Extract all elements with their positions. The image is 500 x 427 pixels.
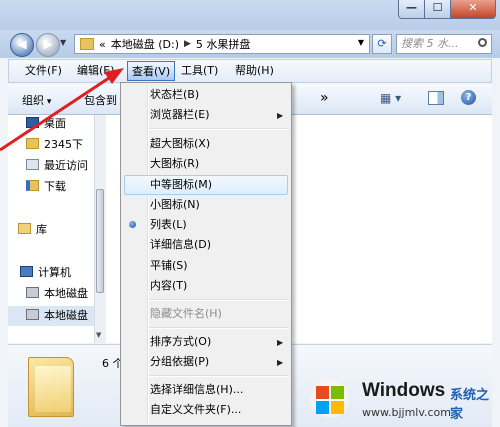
title-bar: — ☐ ✕ (0, 0, 500, 30)
nav-item-downloads[interactable]: 下载 (26, 178, 66, 196)
address-prefix[interactable]: « (99, 38, 106, 51)
preview-pane-icon[interactable] (428, 91, 444, 105)
nav-item-label: 库 (36, 223, 47, 236)
library-icon (18, 223, 31, 234)
menu-item-medium-icons[interactable]: 中等图标(M) (150, 175, 212, 195)
forward-button[interactable]: ▶ (36, 33, 60, 57)
minimize-button[interactable]: — (398, 0, 425, 19)
address-dropdown-icon[interactable]: ▼ (358, 38, 364, 47)
menu-separator (149, 128, 289, 130)
submenu-arrow-icon: ▶ (277, 111, 284, 120)
menu-help[interactable]: 帮助(H) (231, 63, 278, 79)
windows-logo-icon (310, 378, 350, 418)
breadcrumb-separator-icon[interactable]: ▶ (184, 39, 191, 49)
view-menu-dropdown: 状态栏(B) 浏览器栏(E) ▶ 超大图标(X) 大图标(R) 中等图标(M) … (120, 82, 292, 426)
nav-item-library[interactable]: 库 (18, 221, 47, 239)
menu-tools[interactable]: 工具(T) (177, 63, 222, 79)
submenu-arrow-icon: ▶ (277, 338, 284, 347)
menu-separator (149, 375, 289, 377)
refresh-button[interactable]: ⟳ (372, 34, 392, 54)
help-icon[interactable]: ? (461, 90, 476, 105)
menu-gutter (147, 85, 149, 423)
maximize-button[interactable]: ☐ (424, 0, 451, 19)
nav-item-drive-c[interactable]: 本地磁盘 (26, 285, 88, 303)
menu-item-status-bar[interactable]: 状态栏(B) (150, 85, 199, 105)
menu-separator (149, 327, 289, 329)
close-button[interactable]: ✕ (450, 0, 496, 19)
search-placeholder: 搜索 5 水... (401, 37, 459, 50)
nav-item-label: 下载 (44, 180, 66, 193)
nav-item-drive-d[interactable]: 本地磁盘 (26, 307, 88, 325)
navigation-bar: ◀ ▶ ▼ « 本地磁盘 (D:) ▶ 5 水果拼盘 ▼ ⟳ 搜索 5 水... (0, 30, 500, 58)
breadcrumb-drive[interactable]: 本地磁盘 (D:) (111, 36, 179, 52)
scrollbar-thumb[interactable] (96, 189, 104, 293)
menu-item-details[interactable]: 详细信息(D) (150, 235, 211, 255)
menu-item-extra-large-icons[interactable]: 超大图标(X) (150, 134, 210, 154)
submenu-arrow-icon: ▶ (277, 358, 284, 367)
address-bar[interactable]: « 本地磁盘 (D:) ▶ 5 水果拼盘 ▼ (74, 34, 370, 54)
breadcrumb-folder[interactable]: 5 水果拼盘 (196, 36, 251, 52)
drive-icon (26, 287, 39, 298)
menu-item-tiles[interactable]: 平铺(S) (150, 256, 188, 276)
watermark-url: www.bjjmlv.com (362, 406, 451, 419)
radio-selected-icon (129, 221, 136, 228)
search-icon[interactable] (478, 38, 487, 47)
menu-separator (149, 299, 289, 301)
watermark: Windows 系统之家 www.bjjmlv.com (300, 372, 500, 426)
back-button[interactable]: ◀ (10, 33, 34, 57)
downloads-icon (26, 180, 39, 191)
watermark-subtitle: 系统之家 (450, 388, 490, 422)
menu-item-content[interactable]: 内容(T) (150, 276, 187, 296)
search-input[interactable]: 搜索 5 水... (396, 34, 492, 54)
menu-item-sort-by[interactable]: 排序方式(O) (150, 332, 211, 352)
watermark-title: Windows (362, 380, 446, 401)
nav-item-label: 本地磁盘 (44, 287, 88, 300)
menu-item-list[interactable]: 列表(L) (150, 215, 187, 235)
computer-icon (20, 266, 33, 277)
change-view-icon[interactable]: ▦ ▾ (380, 91, 401, 105)
menu-item-small-icons[interactable]: 小图标(N) (150, 195, 200, 215)
nav-item-computer[interactable]: 计算机 (20, 264, 71, 282)
folder-icon (28, 357, 74, 417)
menu-item-explorer-bars[interactable]: 浏览器栏(E) (150, 105, 210, 125)
menu-item-large-icons[interactable]: 大图标(R) (150, 154, 199, 174)
more-commands-button[interactable]: » (320, 90, 329, 106)
menu-item-group-by[interactable]: 分组依据(P) (150, 352, 209, 372)
nav-item-label: 计算机 (38, 266, 71, 279)
menu-item-hide-file-names: 隐藏文件名(H) (150, 307, 222, 320)
nav-item-label: 本地磁盘 (44, 309, 88, 322)
folder-icon (80, 38, 94, 50)
menu-item-customize-folder[interactable]: 自定义文件夹(F)... (150, 400, 241, 420)
drive-icon (26, 309, 39, 320)
scroll-down-arrow-icon[interactable]: ▼ (96, 331, 101, 339)
menu-item-choose-details[interactable]: 选择详细信息(H)... (150, 380, 243, 400)
recent-pages-dropdown[interactable]: ▼ (60, 38, 66, 47)
